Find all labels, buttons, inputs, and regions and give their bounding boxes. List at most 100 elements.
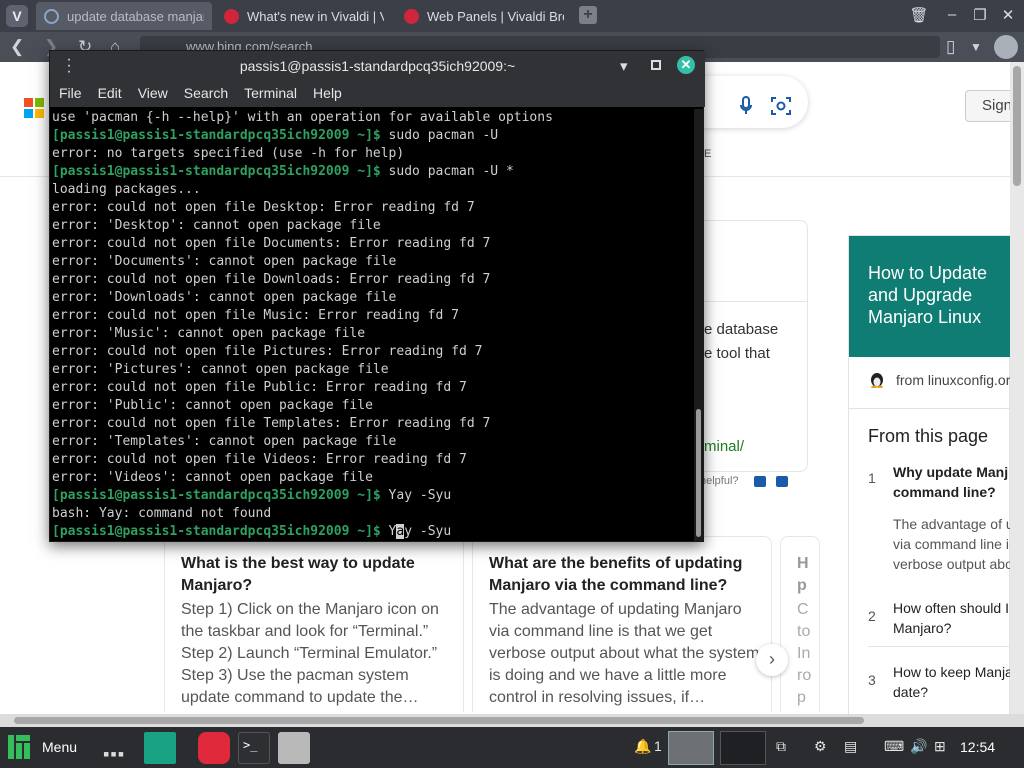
item-answer: verbose output abo bbox=[893, 556, 1011, 572]
app-grid-icon[interactable]: ▪▪▪ bbox=[103, 744, 125, 765]
maximize-icon[interactable] bbox=[651, 60, 661, 70]
tab-whats-new[interactable]: What's new in Vivaldi | Viva bbox=[216, 2, 392, 30]
faq-card[interactable]: What is the best way to update Manjaro? … bbox=[164, 536, 464, 712]
show-desktop-icon[interactable] bbox=[144, 732, 176, 764]
workspace-2[interactable] bbox=[720, 731, 766, 765]
terminal-text: error: 'Public': cannot open package fil… bbox=[52, 398, 373, 413]
close-icon[interactable]: ✕ bbox=[677, 56, 695, 74]
minimize-icon[interactable]: ▾ bbox=[620, 57, 628, 75]
tab-bing-search[interactable]: update database manjaro bbox=[36, 2, 212, 30]
notification-bell-icon[interactable]: 🔔 bbox=[634, 738, 651, 755]
restore-icon[interactable]: ❐ bbox=[970, 6, 990, 24]
terminal-line: error: could not open file Templates: Er… bbox=[52, 415, 490, 433]
vivaldi-menu-icon[interactable]: V bbox=[6, 5, 28, 27]
list-item[interactable]: 1 Why update Manj command line? The adva… bbox=[868, 462, 1011, 582]
terminal-taskbar-icon[interactable]: >_ bbox=[238, 732, 270, 764]
chevron-down-icon[interactable]: ▼ bbox=[970, 40, 982, 54]
terminal-line: bash: Yay: command not found bbox=[52, 505, 271, 523]
from-this-page-title: From this page bbox=[868, 426, 989, 446]
terminal-input-line[interactable]: [passis1@passis1-standardpcq35ich92009 ~… bbox=[52, 523, 451, 541]
terminal-output[interactable]: bash: Yay: command not found [passis1@pas… bbox=[52, 109, 692, 541]
vivaldi-icon bbox=[404, 8, 419, 24]
terminal-line: error: 'Pictures': cannot open package f… bbox=[52, 361, 389, 379]
window-list-icon[interactable]: ⧉ bbox=[776, 738, 786, 755]
answer-snippet: e database e tool that bbox=[704, 318, 814, 366]
item-question: How often should I bbox=[893, 600, 1009, 616]
workspace-1[interactable] bbox=[668, 731, 714, 765]
page-vertical-scrollbar[interactable] bbox=[1010, 62, 1024, 714]
terminal-line: error: no targets specified (use -h for … bbox=[52, 145, 404, 163]
microsoft-logo-icon[interactable] bbox=[24, 98, 44, 118]
terminal-text: error: 'Downloads': cannot open package … bbox=[52, 290, 397, 305]
terminal-text: error: could not open file Downloads: Er… bbox=[52, 272, 491, 287]
terminal-text: use 'pacman {-h --help}' with an operati… bbox=[52, 110, 553, 125]
menu-search[interactable]: Search bbox=[184, 81, 236, 107]
menu-terminal[interactable]: Terminal bbox=[244, 81, 305, 107]
page-horizontal-scrollbar[interactable] bbox=[0, 714, 1024, 727]
item-number: 3 bbox=[868, 672, 876, 688]
divider bbox=[868, 646, 1011, 647]
terminal-text: error: 'Pictures': cannot open package f… bbox=[52, 362, 389, 377]
terminal-line: error: could not open file Videos: Error… bbox=[52, 451, 467, 469]
item-question: command line? bbox=[893, 484, 996, 500]
keyboard-icon[interactable]: ⌨ bbox=[884, 738, 904, 755]
terminal-line: error: 'Desktop': cannot open package fi… bbox=[52, 217, 381, 235]
list-item[interactable]: 2 How often should I Manjaro? bbox=[868, 598, 1011, 642]
close-icon[interactable]: ✕ bbox=[998, 6, 1018, 24]
menu-help[interactable]: Help bbox=[313, 81, 350, 107]
terminal-menubar: File Edit View Search Terminal Help bbox=[50, 81, 705, 107]
terminal-line: error: 'Public': cannot open package fil… bbox=[52, 397, 373, 415]
minimize-icon[interactable]: – bbox=[942, 6, 962, 23]
faq-card[interactable]: What are the benefits of updating Manjar… bbox=[472, 536, 772, 712]
terminal-text: error: 'Templates': cannot open package … bbox=[52, 434, 397, 449]
terminal-titlebar[interactable]: · · · passis1@passis1-standardpcq35ich9200… bbox=[50, 51, 705, 81]
scrollbar-thumb[interactable] bbox=[1013, 66, 1021, 186]
terminal-line: use 'pacman {-h --help}' with an operati… bbox=[52, 109, 553, 127]
volume-icon[interactable]: 🔊 bbox=[910, 738, 927, 755]
terminal-scrollbar[interactable] bbox=[694, 109, 703, 541]
item-answer: The advantage of u bbox=[893, 516, 1011, 532]
notification-count: 1 bbox=[654, 738, 662, 754]
vivaldi-icon bbox=[224, 8, 239, 24]
terminal-line: [passis1@passis1-standardpcq35ich92009 ~… bbox=[52, 163, 514, 181]
terminal-text: error: could not open file Pictures: Err… bbox=[52, 344, 483, 359]
microphone-icon[interactable] bbox=[739, 96, 753, 116]
tab-web-panels[interactable]: Web Panels | Vivaldi Brows bbox=[396, 2, 572, 30]
manjaro-logo-icon bbox=[8, 735, 30, 759]
faq-answer: C to In ro p bbox=[797, 601, 812, 706]
new-tab-button[interactable]: + bbox=[579, 6, 597, 24]
terminal-window[interactable]: · · · passis1@passis1-standardpcq35ich9200… bbox=[49, 50, 705, 542]
bookmark-icon[interactable]: ▯ bbox=[946, 37, 955, 57]
terminal-line: [passis1@passis1-standardpcq35ich92009 ~… bbox=[52, 127, 498, 145]
chevron-right-icon[interactable]: › bbox=[756, 644, 788, 676]
thumbs-up-icon[interactable] bbox=[754, 476, 766, 487]
item-answer: via command line i bbox=[893, 536, 1009, 552]
visual-search-icon[interactable] bbox=[770, 96, 792, 116]
menu-file[interactable]: File bbox=[59, 81, 90, 107]
side-panel-source[interactable]: from linuxconfig.or bbox=[896, 372, 1010, 388]
vivaldi-taskbar-icon[interactable] bbox=[198, 732, 230, 764]
menu-view[interactable]: View bbox=[138, 81, 176, 107]
scrollbar-thumb[interactable] bbox=[696, 409, 701, 537]
profile-avatar[interactable] bbox=[994, 35, 1018, 59]
terminal-text: error: could not open file Public: Error… bbox=[52, 380, 467, 395]
file-manager-icon[interactable] bbox=[278, 732, 310, 764]
answer-link[interactable]: minal/ bbox=[704, 438, 744, 455]
terminal-line: error: could not open file Downloads: Er… bbox=[52, 271, 490, 289]
start-menu-button[interactable]: Menu bbox=[8, 735, 77, 759]
side-panel-title[interactable]: How to Update and Upgrade Manjaro Linux bbox=[849, 236, 1011, 357]
faq-card[interactable]: H p C to In ro p bbox=[780, 536, 820, 712]
side-panel: How to Update and Upgrade Manjaro Linux … bbox=[848, 235, 1011, 715]
update-shield-icon[interactable]: ⚙ bbox=[814, 738, 827, 755]
trash-icon[interactable]: 🗑 bbox=[909, 6, 929, 24]
terminal-input: Y bbox=[380, 524, 397, 539]
terminal-text: Yay -Syu bbox=[380, 488, 452, 503]
list-item[interactable]: 3 How to keep Manja date? bbox=[868, 662, 1011, 706]
network-icon[interactable]: ⊞ bbox=[934, 738, 946, 755]
back-icon[interactable]: ❮ bbox=[10, 37, 24, 57]
menu-edit[interactable]: Edit bbox=[98, 81, 130, 107]
scrollbar-thumb[interactable] bbox=[14, 717, 864, 724]
terminal-prompt: [passis1@passis1-standardpcq35ich92009 ~… bbox=[52, 488, 381, 503]
thumbs-down-icon[interactable] bbox=[776, 476, 788, 487]
clipboard-icon[interactable]: ▤ bbox=[844, 738, 857, 755]
